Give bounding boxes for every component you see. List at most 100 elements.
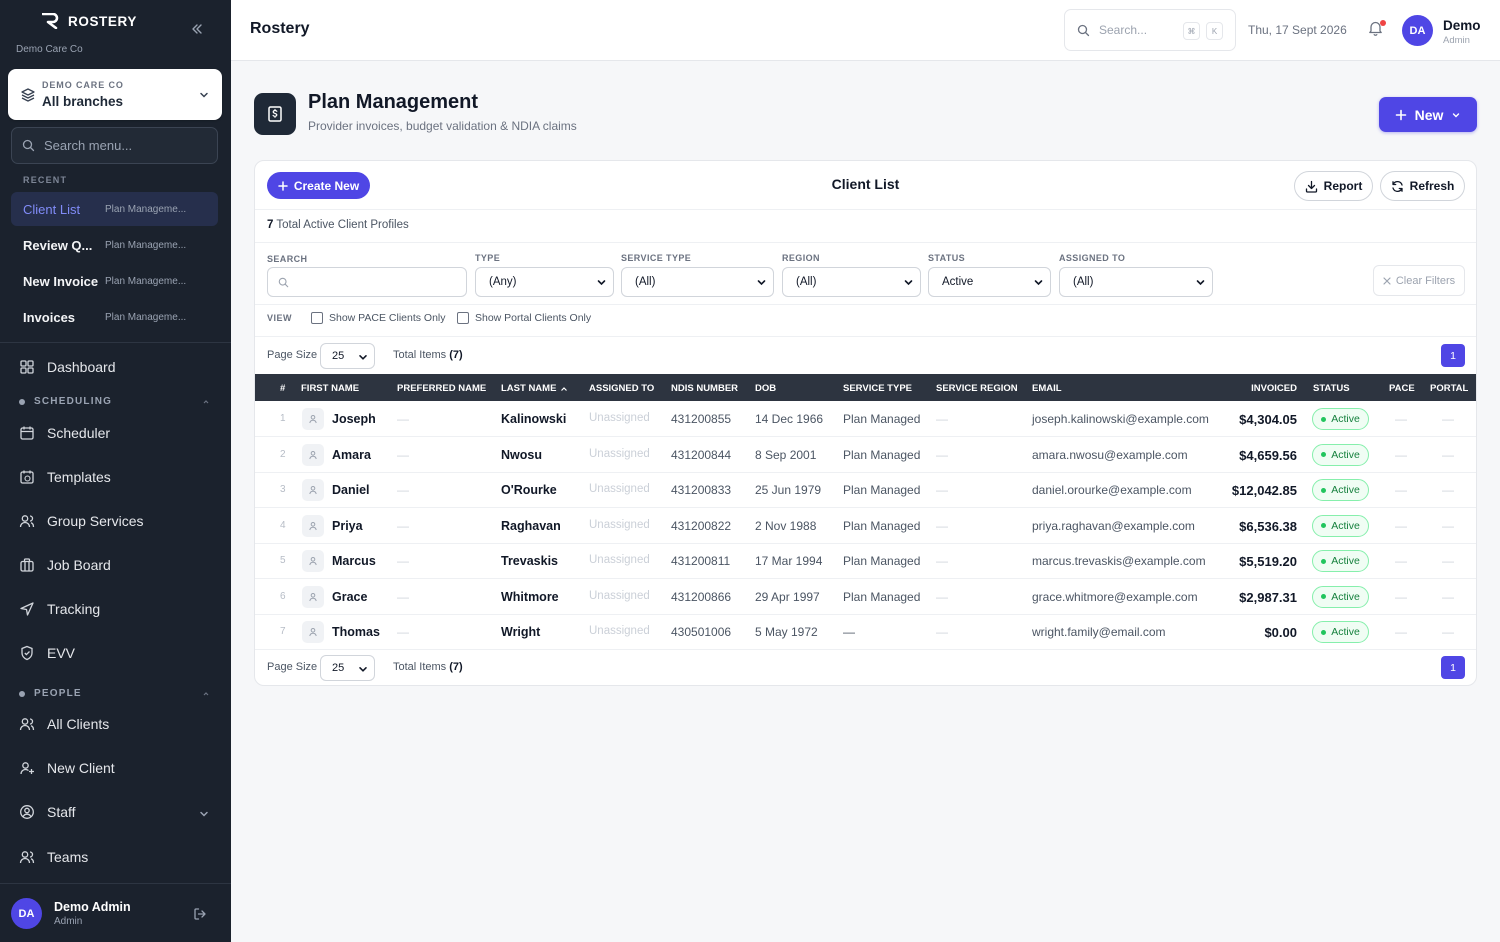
- first-name[interactable]: Thomas: [332, 625, 380, 639]
- first-name[interactable]: Joseph: [332, 412, 376, 426]
- type-select[interactable]: (Any): [475, 267, 614, 297]
- recent-item-review[interactable]: Review Q... Plan Manageme...: [11, 228, 218, 262]
- region-select[interactable]: (All): [782, 267, 921, 297]
- last-name[interactable]: Whitmore: [501, 590, 559, 604]
- checkbox-box[interactable]: [311, 312, 323, 324]
- sidebar-section-people[interactable]: PEOPLE: [19, 688, 211, 699]
- portal-only-checkbox[interactable]: Show Portal Clients Only: [457, 312, 591, 324]
- sidebar-item-job-board[interactable]: Job Board: [19, 557, 111, 573]
- app-title: Rostery: [250, 20, 310, 37]
- sidebar-item-staff[interactable]: Staff: [19, 804, 76, 820]
- col-header-service-type[interactable]: SERVICE TYPE: [843, 383, 912, 394]
- email[interactable]: priya.raghavan@example.com: [1032, 519, 1195, 533]
- service-type: Plan Managed: [843, 518, 921, 533]
- col-header-assigned-to[interactable]: ASSIGNED TO: [589, 383, 654, 394]
- global-search-input[interactable]: Search... ⌘ K: [1064, 9, 1236, 51]
- avatar[interactable]: DA: [11, 898, 42, 929]
- sidebar-item-group-services[interactable]: Group Services: [19, 513, 143, 529]
- total-items: Total Items (7): [393, 661, 463, 673]
- brand[interactable]: ROSTERY: [42, 13, 137, 29]
- service-type-select[interactable]: (All): [621, 267, 774, 297]
- last-name[interactable]: Raghavan: [501, 519, 561, 533]
- sidebar-item-new-client[interactable]: New Client: [19, 760, 115, 776]
- recent-item-invoices[interactable]: Invoices Plan Manageme...: [11, 300, 218, 334]
- select-value: (Any): [489, 276, 517, 288]
- new-button[interactable]: New: [1379, 97, 1477, 132]
- client-avatar-icon: [302, 550, 324, 572]
- avatar[interactable]: DA: [1402, 15, 1433, 46]
- recent-item-new-invoice[interactable]: New Invoice Plan Manageme...: [11, 264, 218, 298]
- last-name[interactable]: Nwosu: [501, 448, 542, 462]
- invoiced: $5,519.20: [1239, 554, 1297, 569]
- first-name[interactable]: Marcus: [332, 554, 376, 568]
- email[interactable]: grace.whitmore@example.com: [1032, 590, 1198, 604]
- filter-search-input[interactable]: [267, 267, 467, 297]
- table-row[interactable]: 1 Joseph — Kalinowski Unassigned 431200855 14 …: [255, 401, 1476, 437]
- invoiced: $6,536.38: [1239, 518, 1297, 534]
- checkbox-box[interactable]: [457, 312, 469, 324]
- ndis-number: 431200866: [671, 589, 732, 604]
- col-header-email[interactable]: EMAIL: [1032, 383, 1062, 394]
- col-header-first-name[interactable]: FIRST NAME: [301, 383, 359, 394]
- report-button[interactable]: Report: [1294, 171, 1373, 201]
- col-header-portal[interactable]: PORTAL: [1430, 383, 1468, 394]
- notifications-bell-icon[interactable]: [1368, 20, 1386, 36]
- sidebar-user: DA Demo Admin Admin: [0, 883, 231, 942]
- recent-item-client-list[interactable]: Client List Plan Manageme...: [11, 192, 218, 226]
- sidebar-section-scheduling[interactable]: SCHEDULING: [19, 396, 211, 407]
- email[interactable]: joseph.kalinowski@example.com: [1032, 412, 1209, 426]
- col-header-status[interactable]: STATUS: [1313, 383, 1350, 394]
- col-header-service-region[interactable]: SERVICE REGION: [936, 383, 1018, 394]
- sidebar-item-templates[interactable]: Templates: [19, 469, 111, 485]
- sidebar-item-all-clients[interactable]: All Clients: [19, 716, 109, 732]
- page-size-select[interactable]: 25: [320, 655, 375, 681]
- clear-filters-button[interactable]: Clear Filters: [1373, 265, 1465, 296]
- status-select[interactable]: Active: [928, 267, 1051, 297]
- sidebar-item-teams[interactable]: Teams: [19, 849, 88, 865]
- table-row[interactable]: 5 Marcus — Trevaskis Unassigned 431200811 17 M…: [255, 543, 1476, 579]
- col-header-ndis-number[interactable]: NDIS NUMBER: [671, 383, 738, 394]
- email[interactable]: amara.nwosu@example.com: [1032, 448, 1188, 462]
- email[interactable]: daniel.orourke@example.com: [1032, 483, 1192, 497]
- col-header-invoiced[interactable]: INVOICED: [1251, 383, 1297, 394]
- sidebar-item-scheduler[interactable]: Scheduler: [19, 425, 110, 441]
- menu-search-input[interactable]: Search menu...: [11, 127, 218, 164]
- email[interactable]: marcus.trevaskis@example.com: [1032, 554, 1206, 568]
- page-button-1[interactable]: 1: [1441, 656, 1465, 679]
- pace-only-checkbox[interactable]: Show PACE Clients Only: [311, 312, 446, 324]
- last-name[interactable]: Kalinowski: [501, 412, 566, 426]
- sidebar-item-tracking[interactable]: Tracking: [19, 601, 100, 617]
- table-row[interactable]: 4 Priya — Raghavan Unassigned 431200822 2 Nov …: [255, 508, 1476, 544]
- sidebar-item-dashboard[interactable]: Dashboard: [19, 359, 116, 375]
- collapse-sidebar-icon[interactable]: [190, 22, 204, 36]
- branch-selector[interactable]: DEMO CARE CO All branches: [8, 69, 222, 120]
- page-size-select[interactable]: 25: [320, 343, 375, 369]
- filter-label: STATUS: [928, 253, 966, 263]
- last-name[interactable]: Trevaskis: [501, 554, 558, 568]
- first-name[interactable]: Amara: [332, 448, 371, 462]
- col-header-dob[interactable]: DOB: [755, 383, 776, 394]
- sidebar-item-evv[interactable]: EVV: [19, 645, 75, 661]
- topbar: Rostery Search... ⌘ K Thu, 17 Sept 2026 …: [231, 0, 1500, 61]
- table-row[interactable]: 2 Amara — Nwosu Unassigned 431200844 8 Sep 200…: [255, 437, 1476, 473]
- first-name[interactable]: Grace: [332, 590, 367, 604]
- logout-icon[interactable]: [193, 907, 207, 921]
- last-name[interactable]: O'Rourke: [501, 483, 557, 497]
- col-header-last-name[interactable]: LAST NAME: [501, 383, 568, 394]
- email[interactable]: wright.family@email.com: [1032, 625, 1166, 639]
- chevron-down-icon[interactable]: [198, 808, 210, 820]
- portal: —: [1442, 483, 1454, 497]
- first-name[interactable]: Priya: [332, 519, 363, 533]
- sidebar-item-label: All Clients: [47, 716, 110, 732]
- last-name[interactable]: Wright: [501, 625, 540, 639]
- col-header-preferred-name[interactable]: PREFERRED NAME: [397, 383, 486, 394]
- table-row[interactable]: 3 Daniel — O'Rourke Unassigned 431200833 25 Ju…: [255, 472, 1476, 508]
- refresh-button[interactable]: Refresh: [1380, 171, 1465, 201]
- assigned-to-select[interactable]: (All): [1059, 267, 1213, 297]
- col-header-pace[interactable]: PACE: [1389, 383, 1415, 394]
- table-row[interactable]: 6 Grace — Whitmore Unassigned 431200866 29 Apr…: [255, 579, 1476, 615]
- first-name[interactable]: Daniel: [332, 483, 370, 497]
- col-header-num[interactable]: #: [280, 383, 285, 394]
- page-button-1[interactable]: 1: [1441, 344, 1465, 367]
- table-row[interactable]: 7 Thomas — Wright Unassigned 430501006 5 May 1…: [255, 614, 1476, 650]
